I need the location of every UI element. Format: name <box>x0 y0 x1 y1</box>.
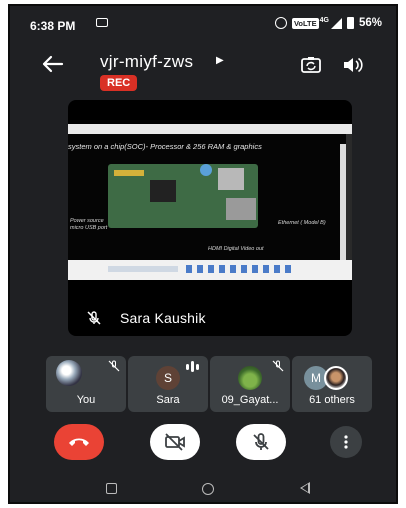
gpio-pins <box>114 170 144 176</box>
participant-tile-gayatri[interactable]: 09_Gayat... <box>210 356 290 412</box>
slide-label-power: Power source micro USB port <box>70 218 108 231</box>
usb-port <box>218 168 244 190</box>
participant-label: 09_Gayat... <box>221 394 279 406</box>
signal-icon <box>330 17 342 29</box>
taskbar-search <box>108 266 178 272</box>
mic-off-icon <box>272 360 284 372</box>
board-photo <box>108 164 258 228</box>
soc-chip <box>150 180 176 202</box>
participant-label: 61 others <box>309 394 355 406</box>
presentation-tile[interactable]: system on a chip(SOC)- Processor & 256 R… <box>68 100 352 336</box>
ethernet-port <box>226 198 256 220</box>
shared-taskbar <box>68 260 352 280</box>
battery-percent: 56% <box>358 17 382 29</box>
avatar <box>238 366 262 390</box>
back-triangle-icon[interactable] <box>300 482 310 494</box>
volte-badge: VoLTE <box>291 17 319 29</box>
home-icon[interactable] <box>202 483 214 495</box>
call-controls <box>10 424 396 464</box>
participant-label: You <box>76 394 96 406</box>
phone-screen: 6:38 PM VoLTE 4G 56% vjr-miyf-zws ▶ REC <box>8 4 398 504</box>
cast-icon <box>96 18 108 27</box>
shared-screen: system on a chip(SOC)- Processor & 256 R… <box>68 124 352 280</box>
end-call-button[interactable] <box>54 424 104 460</box>
mic-off-icon <box>108 360 120 372</box>
recent-apps-icon[interactable] <box>106 483 117 494</box>
speaking-indicator-icon <box>186 361 199 372</box>
status-bar: 6:38 PM VoLTE 4G 56% <box>10 6 396 40</box>
recording-badge: REC <box>100 75 138 91</box>
alarm-icon <box>274 17 287 29</box>
slide-title: system on a chip(SOC)- Processor & 256 R… <box>68 142 262 151</box>
shared-slide: system on a chip(SOC)- Processor & 256 R… <box>68 134 346 270</box>
participant-tile-sara[interactable]: S Sara <box>128 356 208 412</box>
camera-toggle-button[interactable] <box>150 424 200 460</box>
switch-camera-icon[interactable] <box>300 54 322 76</box>
system-nav-bar <box>10 476 396 502</box>
speaker-icon[interactable] <box>342 55 364 75</box>
slide-label-ethernet: Ethernet ( Model B) <box>278 220 326 226</box>
more-options-button[interactable] <box>330 426 362 458</box>
participant-tile-others[interactable]: M 61 others <box>292 356 372 412</box>
avatar <box>56 360 82 386</box>
audio-jack <box>200 164 212 176</box>
participant-tile-you[interactable]: You <box>46 356 126 412</box>
slide-label-hdmi: HDMI Digital Video out <box>208 246 264 252</box>
network-type: 4G <box>319 16 329 24</box>
back-arrow-icon[interactable] <box>40 54 64 74</box>
mic-off-icon <box>87 311 101 325</box>
participant-label: Sara <box>156 394 180 406</box>
camera-off-icon <box>165 433 185 451</box>
more-vert-icon <box>344 435 348 449</box>
mic-off-icon <box>253 433 269 450</box>
end-call-icon <box>69 438 89 446</box>
shared-window-titlebar <box>68 124 352 134</box>
slide-scrollbar <box>340 144 346 270</box>
taskbar-icons <box>186 265 296 273</box>
battery-icon <box>346 17 354 29</box>
participant-strip: You S Sara 09_Gayat... M 61 others <box>46 356 372 412</box>
presenter-name: Sara Kaushik <box>120 310 206 326</box>
avatar: S <box>156 366 180 390</box>
status-right: VoLTE 4G 56% <box>274 16 382 29</box>
meeting-header: vjr-miyf-zws ▶ REC <box>10 42 396 92</box>
mic-toggle-button[interactable] <box>236 424 286 460</box>
status-time: 6:38 PM <box>30 19 76 33</box>
meeting-code[interactable]: vjr-miyf-zws <box>100 52 193 72</box>
avatar <box>324 366 348 390</box>
chevron-right-icon[interactable]: ▶ <box>216 55 224 66</box>
